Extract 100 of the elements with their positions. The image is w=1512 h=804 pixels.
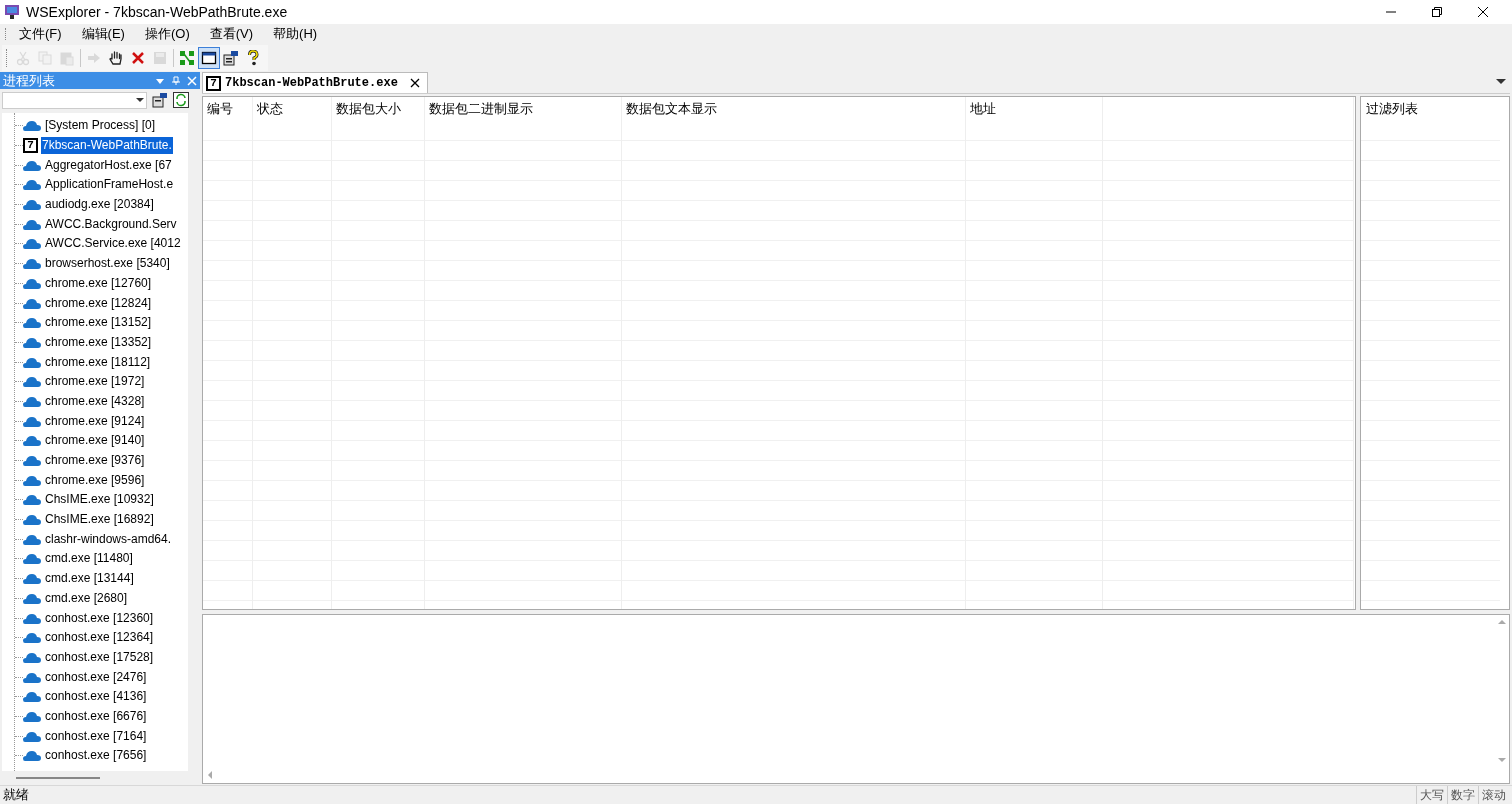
cloud-icon <box>23 395 41 407</box>
process-item[interactable]: chrome.exe [9596] <box>44 471 146 489</box>
cloud-icon <box>23 435 41 447</box>
menu-item[interactable]: 操作(O) <box>140 24 194 44</box>
cloud-icon <box>23 297 41 309</box>
cloud-icon <box>23 317 41 329</box>
process-item[interactable]: conhost.exe [7656] <box>44 747 148 765</box>
process-item[interactable]: chrome.exe [18112] <box>44 353 152 371</box>
caret-icon[interactable] <box>136 97 144 103</box>
app-icon: 7 <box>23 138 38 154</box>
process-item[interactable]: chrome.exe [13152] <box>44 314 153 332</box>
close-icon[interactable] <box>1477 6 1489 18</box>
properties-icon[interactable] <box>151 92 169 108</box>
column-header[interactable]: 数据包大小 <box>336 99 401 119</box>
dropdown-icon[interactable] <box>1496 78 1506 86</box>
cloud-icon <box>23 336 41 348</box>
process-item[interactable]: AWCC.Background.Serv <box>44 215 178 233</box>
cloud-icon <box>23 514 41 526</box>
cloud-icon <box>23 179 41 191</box>
cloud-icon <box>23 494 41 506</box>
column-header[interactable]: 过滤列表 <box>1366 99 1418 119</box>
cloud-icon <box>23 573 41 585</box>
cloud-icon <box>23 415 41 427</box>
cloud-icon <box>23 277 41 289</box>
process-item[interactable]: chrome.exe [9124] <box>44 412 146 430</box>
cloud-icon <box>23 750 41 762</box>
cloud-icon <box>23 691 41 703</box>
cloud-icon <box>23 730 41 742</box>
document-tab[interactable]: 7 7kbscan-WebPathBrute.exe <box>202 72 428 93</box>
process-item[interactable]: conhost.exe [4136] <box>44 688 148 706</box>
process-item[interactable]: AWCC.Service.exe [4012 <box>44 235 182 253</box>
column-header[interactable]: 数据包二进制显示 <box>429 99 533 119</box>
process-item[interactable]: chrome.exe [9140] <box>44 432 146 450</box>
pin-icon[interactable] <box>171 75 181 86</box>
process-item[interactable]: 7kbscan-WebPathBrute. <box>41 137 173 155</box>
process-item[interactable]: conhost.exe [12364] <box>44 629 155 647</box>
cloud-icon <box>23 474 41 486</box>
cloud-icon <box>23 258 41 270</box>
refresh-icon[interactable] <box>173 92 189 108</box>
restore-icon[interactable] <box>1431 6 1443 18</box>
process-item[interactable]: ApplicationFrameHost.e <box>44 176 175 194</box>
scroll-down-icon[interactable] <box>1498 757 1506 763</box>
process-item[interactable]: chrome.exe [12760] <box>44 274 153 292</box>
menu-item[interactable]: 查看(V) <box>205 24 258 44</box>
status-indicator: 数字 <box>1447 786 1478 804</box>
process-item[interactable]: clashr-windows-amd64. <box>44 530 173 548</box>
cloud-icon <box>23 199 41 211</box>
window-title: WSExplorer - 7kbscan-WebPathBrute.exe <box>26 2 288 22</box>
process-item[interactable]: chrome.exe [13352] <box>44 333 153 351</box>
process-item[interactable]: AggregatorHost.exe [67 <box>44 156 173 174</box>
cloud-icon <box>23 671 41 683</box>
cloud-icon <box>23 455 41 467</box>
panel-title: 进程列表 <box>3 74 56 87</box>
process-item[interactable]: chrome.exe [12824] <box>44 294 153 312</box>
column-header[interactable]: 状态 <box>257 99 283 119</box>
window-icon[interactable] <box>198 47 220 69</box>
cloud-icon <box>23 710 41 722</box>
process-item[interactable]: cmd.exe [2680] <box>44 589 129 607</box>
app-logo-icon <box>4 4 20 20</box>
cloud-icon <box>23 120 41 132</box>
process-item[interactable]: conhost.exe [12360] <box>44 609 155 627</box>
cloud-icon <box>23 592 41 604</box>
process-item[interactable]: conhost.exe [2476] <box>44 668 148 686</box>
scroll-left-icon[interactable] <box>207 771 213 779</box>
process-item[interactable]: conhost.exe [6676] <box>44 707 148 725</box>
cloud-icon <box>23 533 41 545</box>
process-item[interactable]: [System Process] [0] <box>44 117 157 135</box>
process-item[interactable]: chrome.exe [4328] <box>44 392 146 410</box>
scroll-up-icon[interactable] <box>1498 619 1506 625</box>
menu-item[interactable]: 文件(F) <box>15 24 66 44</box>
menu-item[interactable]: 编辑(E) <box>77 24 129 44</box>
close-icon[interactable] <box>409 78 420 88</box>
process-item[interactable]: cmd.exe [13144] <box>44 570 135 588</box>
status-indicator: 大写 <box>1416 786 1447 804</box>
cloud-icon <box>23 356 41 368</box>
process-item[interactable]: conhost.exe [7164] <box>44 727 148 745</box>
app-icon: 7 <box>206 75 221 91</box>
process-item[interactable]: audiodg.exe [20384] <box>44 196 155 214</box>
column-header[interactable]: 编号 <box>207 99 233 119</box>
process-item[interactable]: chrome.exe [9376] <box>44 452 146 470</box>
process-item[interactable]: chrome.exe [1972] <box>44 373 146 391</box>
cloud-icon <box>23 218 41 230</box>
process-item[interactable]: cmd.exe [11480] <box>44 550 134 568</box>
cloud-icon <box>23 553 41 565</box>
status-text: 就绪 <box>3 786 30 804</box>
scrollbar-thumb[interactable] <box>16 777 100 779</box>
column-header[interactable]: 数据包文本显示 <box>626 99 717 119</box>
cloud-icon <box>23 612 41 624</box>
cloud-icon <box>23 238 41 250</box>
column-header[interactable]: 地址 <box>970 99 996 119</box>
process-item[interactable]: conhost.exe [17528] <box>44 648 155 666</box>
menu-item[interactable]: 帮助(H) <box>269 24 322 44</box>
status-indicator: 滚动 <box>1478 786 1509 804</box>
cloud-icon <box>23 632 41 644</box>
cloud-icon <box>23 376 41 388</box>
process-item[interactable]: browserhost.exe [5340] <box>44 255 171 273</box>
process-item[interactable]: ChsIME.exe [10932] <box>44 491 155 509</box>
cloud-icon <box>23 651 41 663</box>
process-item[interactable]: ChsIME.exe [16892] <box>44 511 155 529</box>
cloud-icon <box>23 159 41 171</box>
